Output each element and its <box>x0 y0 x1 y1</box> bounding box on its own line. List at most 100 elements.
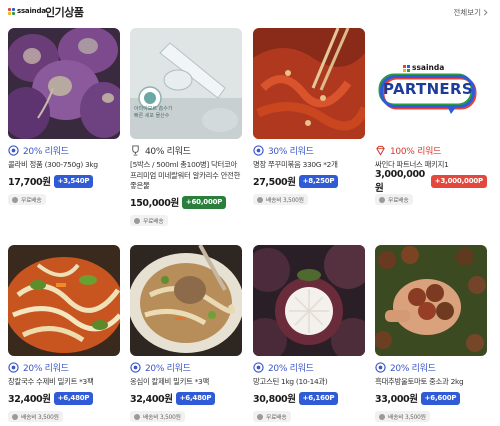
shipping-text: 무료배송 <box>388 198 409 204</box>
shipping-tag: 배송비 3,500원 <box>253 194 308 205</box>
product-title[interactable]: 콜라비 정품 (300-750g) 3kg <box>8 160 120 171</box>
reward-coin-icon <box>8 361 19 373</box>
product-card[interactable]: 20% 리워드 장칼국수 수제비 밀키트 *3팩 32,400원 +6,480P… <box>8 245 120 424</box>
shipping-tag: 배송비 3,500원 <box>375 411 430 422</box>
truck-icon <box>257 413 263 420</box>
product-card[interactable]: 20% 리워드 흑대추방울토마토 중소과 2kg 33,000원 +6,600P… <box>375 245 487 424</box>
reward-text: 20% 리워드 <box>390 363 436 374</box>
logo-text: ssainda <box>17 7 46 15</box>
reward-row: 40% 리워드 <box>130 144 242 157</box>
points-badge: +6,600P <box>420 391 461 405</box>
product-card[interactable]: 30% 리워드 명장 쭈꾸미볶음 330G *2개 27,500원 +8,250… <box>253 28 365 207</box>
points-badge: +60,000P <box>181 195 227 209</box>
product-price: 150,000원 <box>130 198 179 209</box>
product-card[interactable]: 20% 리워드 망고스틴 1kg (10-14과) 30,800원 +6,160… <box>253 245 365 424</box>
diamond-icon <box>375 145 386 156</box>
image-caption: 아미아모르 흡수가 빠른 세포 물산수 <box>134 106 173 119</box>
reward-row: 20% 리워드 <box>253 361 365 374</box>
shipping-tag: 무료배송 <box>375 194 413 205</box>
reward-text: 20% 리워드 <box>23 363 69 374</box>
product-image-octopus[interactable] <box>253 28 365 139</box>
partners-brand-text: ssainda <box>412 63 445 72</box>
reward-coin-icon <box>8 144 19 156</box>
product-image-noodles[interactable] <box>8 245 120 356</box>
points-badge: +3,000,000P <box>430 174 487 188</box>
product-image-mangosteen[interactable] <box>253 245 365 356</box>
product-price: 17,700원 <box>8 177 51 188</box>
reward-coin-icon <box>253 144 264 156</box>
price-row: 32,400원 +6,480P <box>130 391 242 405</box>
price-row: 30,800원 +6,160P <box>253 391 365 405</box>
reward-text: 20% 리워드 <box>145 363 191 374</box>
section-title: 인기상품 <box>45 6 84 19</box>
shipping-text: 배송비 3,500원 <box>388 415 426 421</box>
shipping-text: 배송비 3,500원 <box>21 415 59 421</box>
shipping-text: 배송비 3,500원 <box>266 198 304 204</box>
product-card[interactable]: ssainda PARTNERS 100% 리워드 싸인다 파트너스 패키지1 … <box>375 28 487 207</box>
view-all-link[interactable]: 전체보기 <box>453 7 488 18</box>
truck-icon <box>379 413 385 420</box>
view-all-label: 전체보기 <box>453 8 481 17</box>
points-badge: +6,480P <box>53 391 94 405</box>
shipping-tag: 무료배송 <box>130 215 168 226</box>
product-price: 32,400원 <box>8 394 51 405</box>
product-price: 27,500원 <box>253 177 296 188</box>
product-image-water[interactable]: 아미아모르 흡수가 빠른 세포 물산수 <box>130 28 242 139</box>
shipping-text: 무료배송 <box>143 219 164 225</box>
ssainda-logo[interactable]: ssainda <box>8 7 46 15</box>
reward-coin-icon <box>130 361 141 373</box>
reward-text: 30% 리워드 <box>268 146 314 157</box>
price-row: 3,000,000원 +3,000,000P <box>375 169 487 194</box>
price-row: 27,500원 +8,250P <box>253 174 365 188</box>
product-price: 3,000,000원 <box>375 168 425 194</box>
product-title[interactable]: 망고스틴 1kg (10-14과) <box>253 377 365 388</box>
product-card[interactable]: 아미아모르 흡수가 빠른 세포 물산수 40% 리워드 [5박스 / 500ml… <box>130 28 242 228</box>
product-title[interactable]: 흑대추방울토마토 중소과 2kg <box>375 377 487 388</box>
reward-row: 20% 리워드 <box>130 361 242 374</box>
shipping-text: 무료배송 <box>21 198 42 204</box>
reward-text: 100% 리워드 <box>390 146 442 157</box>
truck-icon <box>134 413 140 420</box>
product-image-tomatoes[interactable] <box>375 245 487 356</box>
truck-icon <box>12 196 18 203</box>
reward-coin-icon <box>253 361 264 373</box>
reward-row: 100% 리워드 <box>375 144 487 157</box>
product-title[interactable]: [5박스 / 500ml 총100병] 닥터코아 프리미엄 미네랄워터 알카리수… <box>130 160 242 192</box>
chevron-right-icon <box>483 9 488 16</box>
product-image-kohlrabi[interactable] <box>8 28 120 139</box>
truck-icon <box>257 196 263 203</box>
product-title[interactable]: 장칼국수 수제비 밀키트 *3팩 <box>8 377 120 388</box>
trophy-icon <box>130 144 141 156</box>
shipping-tag: 무료배송 <box>8 194 46 205</box>
product-image-ongsimi[interactable] <box>130 245 242 356</box>
reward-row: 20% 리워드 <box>375 361 487 374</box>
reward-row: 20% 리워드 <box>8 361 120 374</box>
truck-icon <box>134 217 140 224</box>
logo-mark-icon <box>8 7 15 15</box>
truck-icon <box>379 196 385 203</box>
product-price: 30,800원 <box>253 394 296 405</box>
truck-icon <box>12 413 18 420</box>
points-badge: +6,160P <box>298 391 339 405</box>
reward-text: 20% 리워드 <box>268 363 314 374</box>
product-title[interactable]: 명장 쭈꾸미볶음 330G *2개 <box>253 160 365 171</box>
reward-text: 40% 리워드 <box>145 146 191 157</box>
product-image-partners[interactable]: ssainda PARTNERS <box>375 28 487 139</box>
points-badge: +6,480P <box>175 391 216 405</box>
product-title[interactable]: 옹심이 칼제비 밀키트 *3팩 <box>130 377 242 388</box>
points-badge: +3,540P <box>53 174 94 188</box>
shipping-tag: 배송비 3,500원 <box>130 411 185 422</box>
price-row: 150,000원 +60,000P <box>130 195 242 209</box>
price-row: 17,700원 +3,540P <box>8 174 120 188</box>
reward-text: 20% 리워드 <box>23 146 69 157</box>
partners-word: PARTNERS <box>383 80 473 98</box>
points-badge: +8,250P <box>298 174 339 188</box>
price-row: 33,000원 +6,600P <box>375 391 487 405</box>
product-card[interactable]: 20% 리워드 콜라비 정품 (300-750g) 3kg 17,700원 +3… <box>8 28 120 207</box>
reward-row: 30% 리워드 <box>253 144 365 157</box>
product-price: 32,400원 <box>130 394 173 405</box>
shipping-text: 무료배송 <box>266 415 287 421</box>
product-card[interactable]: 20% 리워드 옹심이 칼제비 밀키트 *3팩 32,400원 +6,480P … <box>130 245 242 424</box>
reward-row: 20% 리워드 <box>8 144 120 157</box>
shipping-tag: 배송비 3,500원 <box>8 411 63 422</box>
